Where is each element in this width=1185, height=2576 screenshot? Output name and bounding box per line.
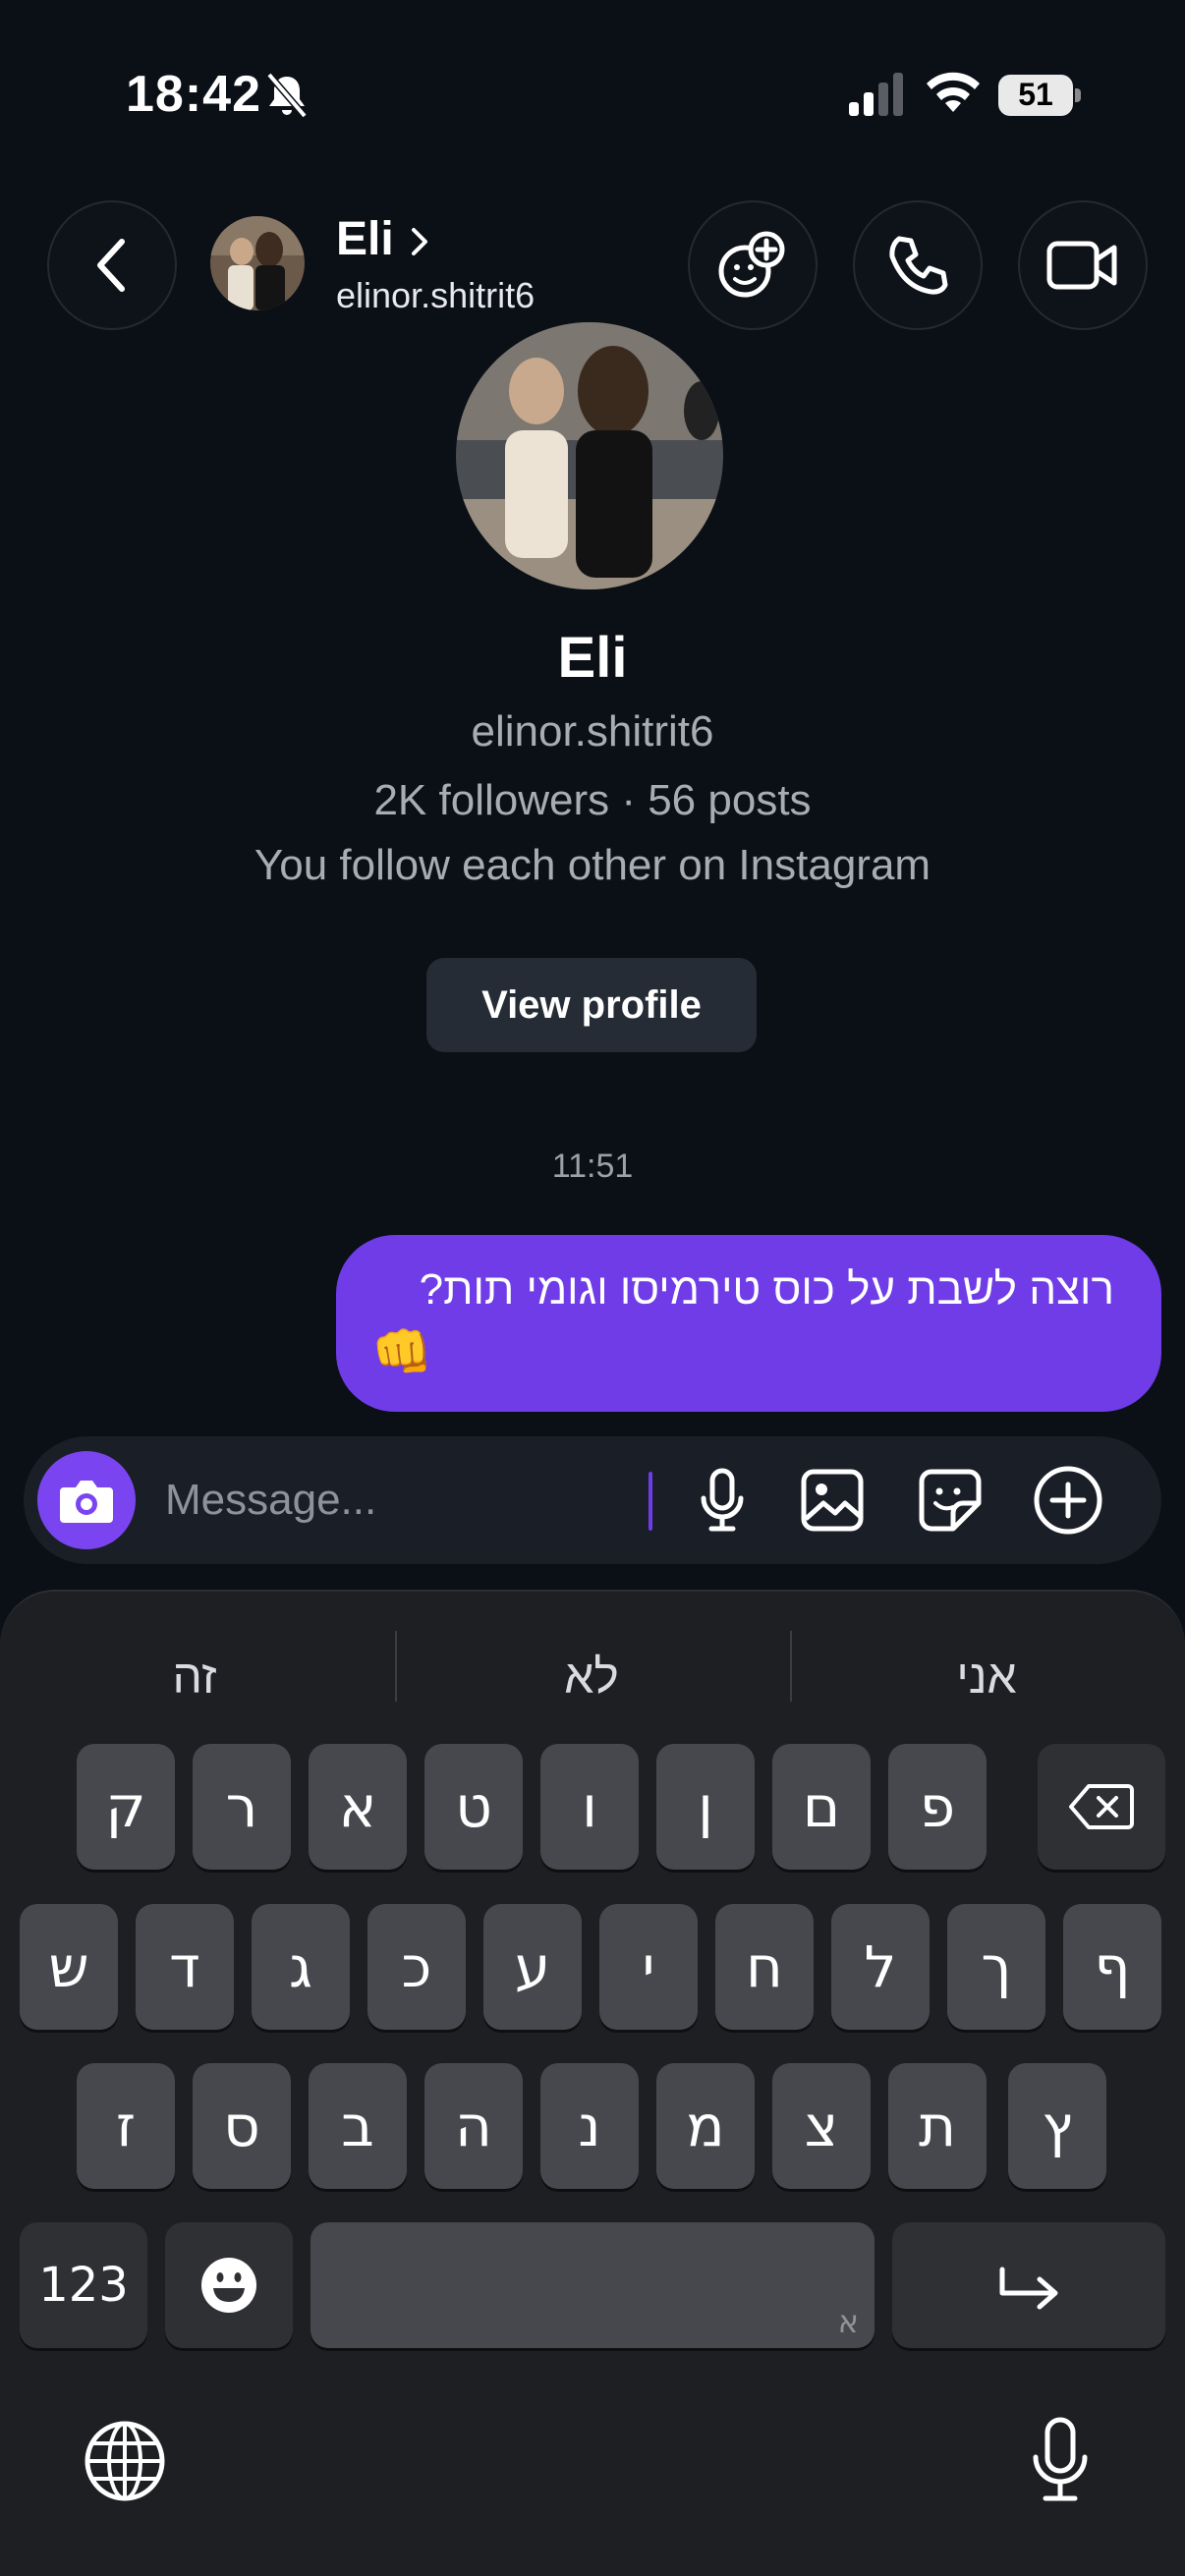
key[interactable]: ע [483,1904,582,2030]
key[interactable]: ש [20,1904,118,2030]
chevron-left-icon [97,239,125,292]
message-emoji: 👊 [371,1324,433,1379]
view-profile-button[interactable]: View profile [426,958,757,1052]
phone-icon [889,236,948,295]
back-button[interactable] [47,200,177,330]
microphone-icon [1033,2417,1088,2501]
audio-call-button[interactable] [853,200,983,330]
numbers-key[interactable]: 123 [20,2222,147,2348]
key[interactable]: ץ [1008,2063,1106,2189]
header-username[interactable]: elinor.shitrit6 [336,275,535,316]
key[interactable]: ת [888,2063,987,2189]
space-key[interactable]: א [310,2222,875,2348]
more-options-button[interactable] [1030,1462,1106,1539]
key[interactable]: ן [656,1744,755,1870]
message-timestamp: 11:51 [551,1148,634,1185]
profile-name: Eli [557,626,628,690]
key[interactable]: ר [193,1744,291,1870]
message-text: רוצה לשבת על כוס טירמיסו וגומי תות? [419,1265,1114,1314]
key[interactable]: י [599,1904,698,2030]
profile-username: elinor.shitrit6 [471,707,714,756]
battery-level: 51 [1018,77,1053,112]
return-icon [999,2267,1058,2310]
suggestion-3[interactable]: אני [790,1651,1183,1705]
message-input[interactable] [165,1468,656,1533]
profile-stats: 2K followers · 56 posts [373,776,812,824]
key[interactable]: ם [772,1744,871,1870]
emoji-icon [201,2258,256,2313]
camera-button[interactable] [37,1451,136,1549]
key[interactable]: ו [540,1744,639,1870]
video-camera-icon [1046,241,1117,290]
globe-button[interactable] [81,2417,169,2505]
sticker-icon [919,1469,982,1532]
key[interactable]: ף [1063,1904,1161,2030]
add-effect-icon [718,231,785,298]
hebrew-keyboard: זה לא אני ק ר א ט ו ן ם פ ש ד ג כ ע י ח … [0,1590,1185,2576]
key[interactable]: ך [947,1904,1045,2030]
key[interactable]: כ [367,1904,466,2030]
suggestion-2[interactable]: לא [395,1651,788,1705]
gallery-button[interactable] [794,1462,871,1539]
backspace-icon [1069,1784,1134,1829]
voice-message-button[interactable] [684,1462,761,1539]
video-call-button[interactable] [1018,200,1148,330]
status-bar: 18:42 51 [0,0,1185,177]
key[interactable]: ח [715,1904,814,2030]
plus-circle-icon [1034,1466,1102,1535]
mutual-follow-text: You follow each other on Instagram [254,841,931,889]
microphone-icon [701,1468,744,1532]
key[interactable]: פ [888,1744,987,1870]
chevron-right-icon [412,228,427,255]
message-composer [24,1436,1161,1564]
header-name[interactable]: Eli [336,212,394,266]
key[interactable]: ה [424,2063,523,2189]
bell-muted-icon [266,72,308,119]
key[interactable]: ל [831,1904,930,2030]
status-time: 18:42 [126,66,261,123]
cellular-signal-icon [849,73,903,116]
dictation-button[interactable] [1016,2413,1104,2507]
camera-icon [60,1481,113,1523]
key[interactable]: ד [136,1904,234,2030]
key[interactable]: ז [77,2063,175,2189]
key[interactable]: א [309,1744,407,1870]
profile-avatar[interactable] [456,322,723,589]
wifi-icon [927,72,980,112]
key[interactable]: ב [309,2063,407,2189]
effects-button[interactable] [688,200,818,330]
text-cursor [649,1472,652,1531]
backspace-key[interactable] [1038,1744,1165,1870]
key[interactable]: ס [193,2063,291,2189]
key[interactable]: צ [772,2063,871,2189]
header-avatar[interactable] [210,216,305,310]
key[interactable]: ט [424,1744,523,1870]
sticker-button[interactable] [912,1462,988,1539]
outgoing-message-bubble[interactable]: רוצה לשבת על כוס טירמיסו וגומי תות? 👊 [336,1235,1161,1412]
globe-icon [85,2421,165,2501]
battery-icon: 51 [998,75,1081,116]
suggestion-1[interactable]: זה [0,1651,391,1705]
key[interactable]: נ [540,2063,639,2189]
space-language-hint: א [837,2303,859,2340]
key[interactable]: ג [252,1904,350,2030]
emoji-key[interactable] [165,2222,293,2348]
return-key[interactable] [892,2222,1165,2348]
key[interactable]: מ [656,2063,755,2189]
key[interactable]: ק [77,1744,175,1870]
image-icon [801,1469,864,1532]
